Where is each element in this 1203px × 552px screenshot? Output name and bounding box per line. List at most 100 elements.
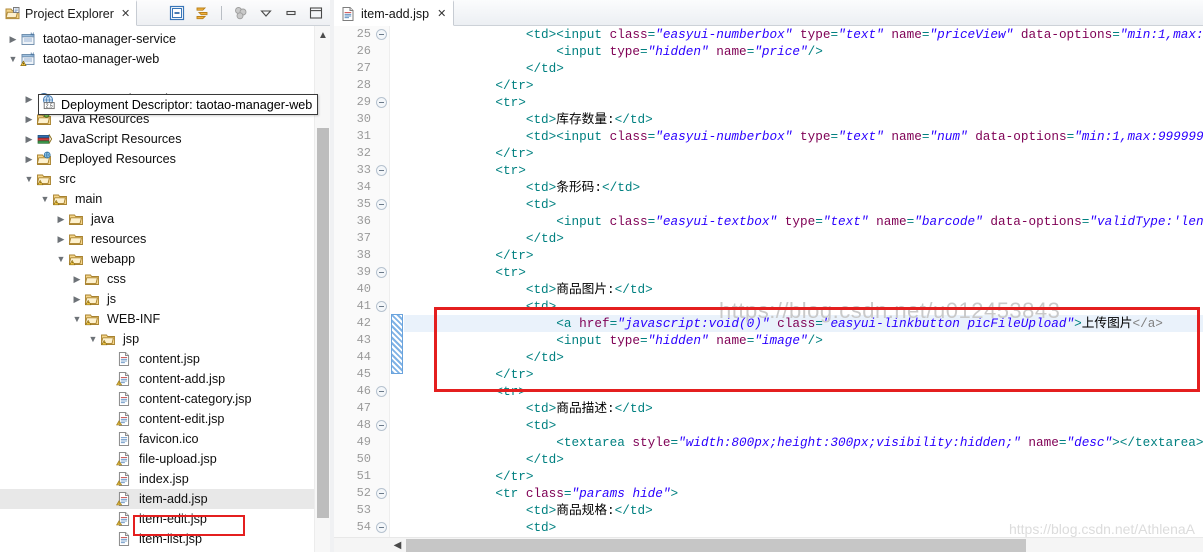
gutter-line-31[interactable]: 31 [334,128,389,145]
chevron-down-icon[interactable] [258,5,274,21]
gutter-line-39[interactable]: 39 [334,264,389,281]
tree-item-content-jsp[interactable]: content.jsp [0,349,330,369]
code-line-53[interactable]: <td>商品规格:</td> [404,502,1203,519]
annotation-ruler[interactable] [390,26,404,537]
fold-toggle-icon[interactable] [376,29,387,40]
code-line-25[interactable]: <td><input class = "easyui-numberbox" type… [404,26,1203,43]
gutter-line-54[interactable]: 54 [334,519,389,536]
fold-toggle-icon[interactable] [376,301,387,312]
gutter-line-48[interactable]: 48 [334,417,389,434]
fold-toggle-icon[interactable] [376,488,387,499]
code-line-35[interactable]: <td> [404,196,1203,213]
chevron-down-icon[interactable]: ▼ [38,189,52,209]
chevron-right-icon[interactable]: ▶ [54,229,68,249]
gutter-line-51[interactable]: 51 [334,468,389,485]
chevron-right-icon[interactable]: ▶ [22,149,36,169]
code-line-27[interactable]: </td> [404,60,1203,77]
tree-item-resources[interactable]: ▶ resources [0,229,330,249]
gutter-line-52[interactable]: 52 [334,485,389,502]
tree-item-src[interactable]: ▼ src [0,169,330,189]
fold-toggle-icon[interactable] [376,165,387,176]
code-line-28[interactable]: </tr> [404,77,1203,94]
tree-item-js[interactable]: ▶ js [0,289,330,309]
chevron-down-icon[interactable]: ▼ [6,49,20,69]
code-line-26[interactable]: <input type="hidden" name="price"/> [404,43,1203,60]
chevron-down-icon[interactable]: ▼ [86,329,100,349]
code-line-29[interactable]: <tr> [404,94,1203,111]
tree-item-taotao-manager-service[interactable]: ▶ Mtaotao-manager-service [0,29,330,49]
view-menu-icon[interactable] [233,5,249,21]
code-line-43[interactable]: <input type="hidden" name="image"/> [404,332,1203,349]
chevron-down-icon[interactable]: ▼ [22,169,36,189]
gutter-line-38[interactable]: 38 [334,247,389,264]
tree-item-javascript-resources[interactable]: ▶ JavaScript Resources [0,129,330,149]
tree-item-main[interactable]: ▼ main [0,189,330,209]
chevron-right-icon[interactable]: ▶ [6,29,20,49]
code-line-50[interactable]: </td> [404,451,1203,468]
hscrollbar-thumb[interactable] [406,539,1026,552]
gutter-line-29[interactable]: 29 [334,94,389,111]
tree-item-java[interactable]: ▶ java [0,209,330,229]
tree-item-content-add-jsp[interactable]: content-add.jsp [0,369,330,389]
chevron-right-icon[interactable]: ▶ [54,209,68,229]
fold-toggle-icon[interactable] [376,386,387,397]
chevron-right-icon[interactable]: ▶ [70,289,84,309]
scroll-up-arrow-icon[interactable]: ▲ [315,28,330,42]
gutter-line-46[interactable]: 46 [334,383,389,400]
fold-toggle-icon[interactable] [376,97,387,108]
tree-item-favicon-ico[interactable]: favicon.ico [0,429,330,449]
gutter-line-47[interactable]: 47 [334,400,389,417]
code-line-33[interactable]: <tr> [404,162,1203,179]
code-line-30[interactable]: <td>库存数量:</td> [404,111,1203,128]
code-line-39[interactable]: <tr> [404,264,1203,281]
code-line-31[interactable]: <td><input class = "easyui-numberbox" type… [404,128,1203,145]
gutter-line-43[interactable]: 43 [334,332,389,349]
tree-item-content-category-jsp[interactable]: content-category.jsp [0,389,330,409]
tree-item-webapp[interactable]: ▼ webapp [0,249,330,269]
code-line-46[interactable]: <tr> [404,383,1203,400]
code-line-36[interactable]: <input class="easyui-textbox" type="text… [404,213,1203,230]
fold-toggle-icon[interactable] [376,420,387,431]
minimize-icon[interactable] [283,5,299,21]
gutter-line-33[interactable]: 33 [334,162,389,179]
tab-project-explorer[interactable]: Project Explorer ✕ [0,0,138,26]
scrollbar-thumb[interactable] [317,128,329,518]
chevron-right-icon[interactable]: ▶ [22,89,36,109]
tree-item-item-list-jsp[interactable]: item-list.jsp [0,529,330,549]
code-text-area[interactable]: <td><input class="easyui-numberbox" type… [404,26,1203,537]
editor-horizontal-scrollbar[interactable]: ◀ [334,537,1203,552]
gutter-line-41[interactable]: 41 [334,298,389,315]
tree-item-jsp[interactable]: ▼ jsp [0,329,330,349]
code-line-51[interactable]: </tr> [404,468,1203,485]
code-line-47[interactable]: <td>商品描述:</td> [404,400,1203,417]
line-number-gutter[interactable]: 25 26 27 28 29 30 31 32 33 34 35 36 37 38 39 40 41 42 43 44… [334,26,390,537]
tree-item-item-edit-jsp[interactable]: item-edit.jsp [0,509,330,529]
gutter-line-26[interactable]: 26 [334,43,389,60]
tree-item-deployed-resources[interactable]: ▶ Deployed Resources [0,149,330,169]
gutter-line-25[interactable]: 25 [334,26,389,43]
gutter-line-53[interactable]: 53 [334,502,389,519]
link-with-editor-icon[interactable] [194,5,210,21]
tree-item-item-add-jsp-selected[interactable]: item-add.jsp [0,489,330,509]
gutter-line-44[interactable]: 44 [334,349,389,366]
code-line-37[interactable]: </td> [404,230,1203,247]
code-line-48[interactable]: <td> [404,417,1203,434]
gutter-line-37[interactable]: 37 [334,230,389,247]
code-line-40[interactable]: <td>商品图片:</td> [404,281,1203,298]
gutter-line-36[interactable]: 36 [334,213,389,230]
chevron-right-icon[interactable]: ▶ [22,109,36,129]
gutter-line-34[interactable]: 34 [334,179,389,196]
close-icon[interactable]: ✕ [437,7,446,20]
gutter-line-32[interactable]: 32 [334,145,389,162]
gutter-line-49[interactable]: 49 [334,434,389,451]
code-line-34[interactable]: <td>条形码:</td> [404,179,1203,196]
tree-item-index-jsp[interactable]: index.jsp [0,469,330,489]
gutter-line-30[interactable]: 30 [334,111,389,128]
code-line-42[interactable]: <a href="javascript:void(0)" class="easy… [404,315,1203,332]
code-line-38[interactable]: </tr> [404,247,1203,264]
code-line-45[interactable]: </tr> [404,366,1203,383]
tree-item-file-upload-jsp[interactable]: file-upload.jsp [0,449,330,469]
code-line-32[interactable]: </tr> [404,145,1203,162]
code-line-49[interactable]: <textarea style="width:800px;height:300p… [404,434,1203,451]
close-icon[interactable]: ✕ [121,7,130,20]
